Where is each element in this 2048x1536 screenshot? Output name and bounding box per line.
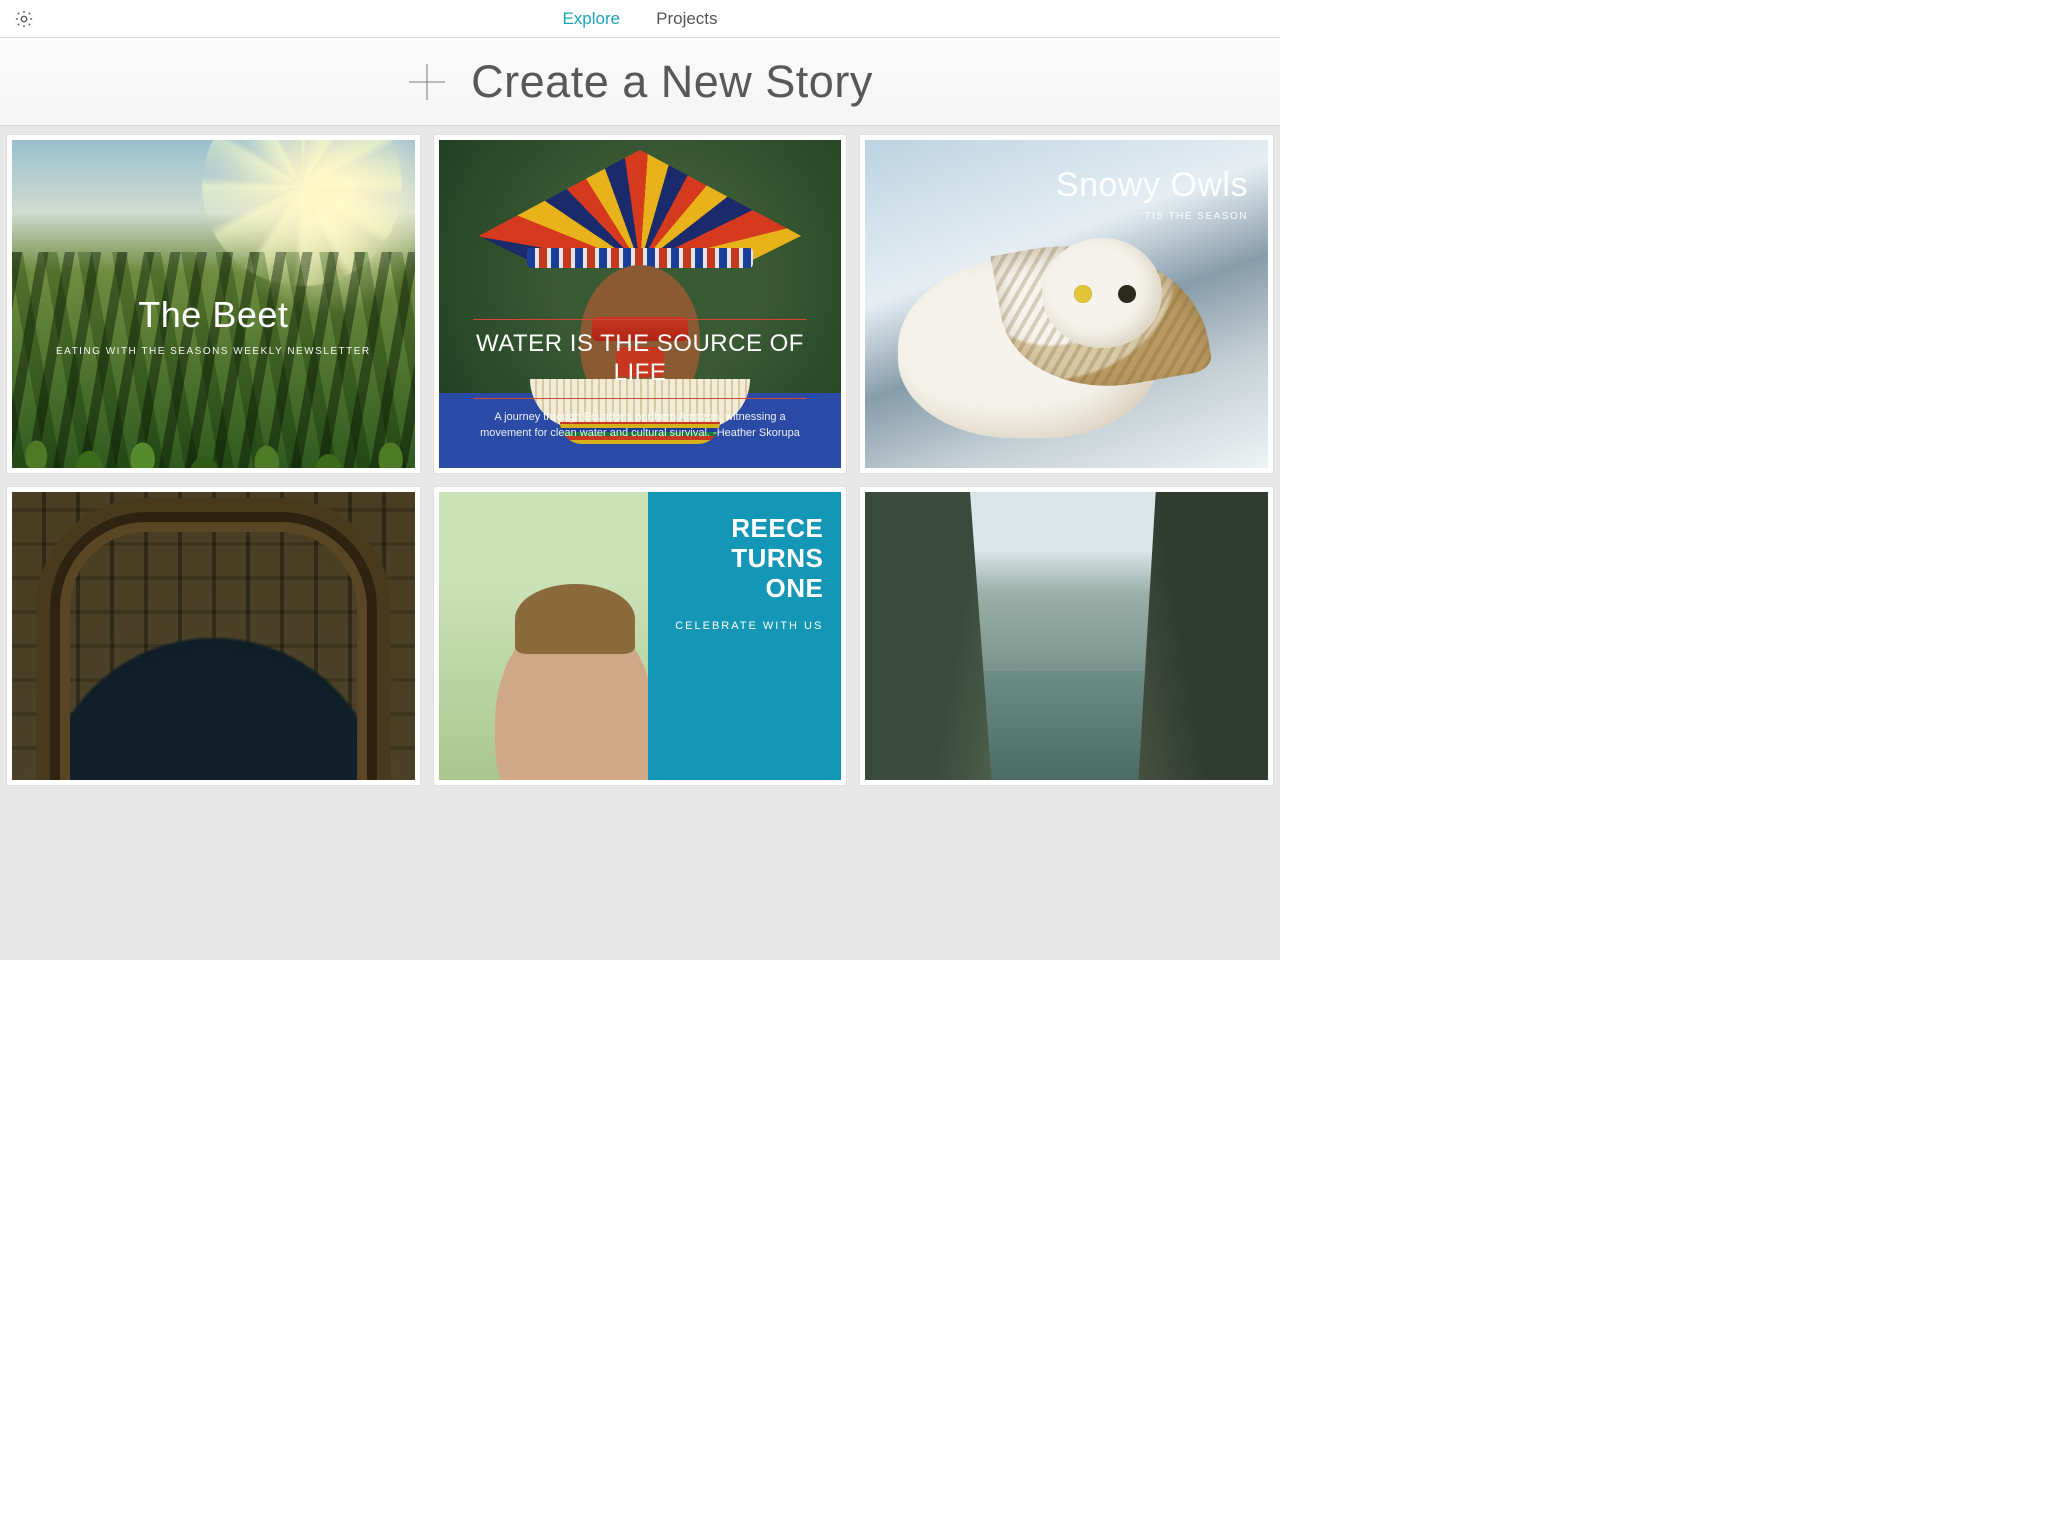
nav-tabs: Explore Projects bbox=[562, 9, 717, 29]
plus-icon bbox=[407, 62, 447, 102]
story-title: The Beet bbox=[12, 294, 415, 336]
divider bbox=[473, 319, 808, 320]
tab-projects[interactable]: Projects bbox=[656, 9, 717, 29]
story-title: WATER IS THE SOURCE OF LIFE bbox=[467, 330, 814, 388]
create-story-button[interactable]: Create a New Story bbox=[0, 38, 1280, 126]
top-nav: Explore Projects bbox=[0, 0, 1280, 38]
story-subtitle: EATING WITH THE SEASONS WEEKLY NEWSLETTE… bbox=[12, 346, 415, 357]
story-subtitle: A journey through Ecuador's northern Ama… bbox=[467, 409, 814, 442]
story-card-arch[interactable] bbox=[6, 486, 421, 786]
story-card-the-beet[interactable]: The Beet EATING WITH THE SEASONS WEEKLY … bbox=[6, 134, 421, 474]
settings-button[interactable] bbox=[14, 9, 34, 29]
story-title: Snowy Owls bbox=[1056, 166, 1248, 205]
gear-icon bbox=[14, 9, 34, 29]
story-card-reece[interactable]: REECE TURNS ONE CELEBRATE WITH US bbox=[433, 486, 848, 786]
tab-explore[interactable]: Explore bbox=[562, 9, 620, 29]
story-panel: REECE TURNS ONE CELEBRATE WITH US bbox=[648, 492, 841, 780]
story-subtitle: CELEBRATE WITH US bbox=[666, 618, 823, 635]
story-card-cliffs[interactable] bbox=[859, 486, 1274, 786]
divider bbox=[473, 398, 808, 399]
story-card-water-source[interactable]: WATER IS THE SOURCE OF LIFE A journey th… bbox=[433, 134, 848, 474]
story-card-snowy-owls[interactable]: Snowy Owls 'TIS THE SEASON bbox=[859, 134, 1274, 474]
story-title: REECE TURNS ONE bbox=[666, 514, 823, 604]
stories-grid: The Beet EATING WITH THE SEASONS WEEKLY … bbox=[0, 126, 1280, 960]
create-story-label: Create a New Story bbox=[471, 56, 873, 108]
story-subtitle: 'TIS THE SEASON bbox=[1056, 211, 1248, 222]
